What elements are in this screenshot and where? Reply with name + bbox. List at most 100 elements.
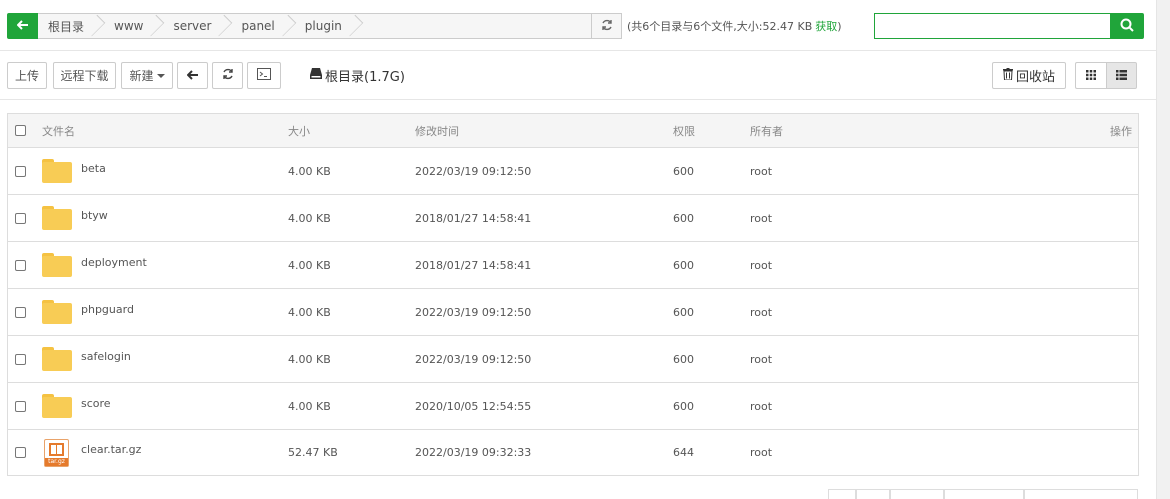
table-row[interactable]: btyw 4.00 KB 2018/01/27 14:58:41 600 roo… <box>8 195 1138 242</box>
select-all-cell <box>15 114 26 147</box>
file-name[interactable]: score <box>81 380 111 426</box>
row-icon-cell <box>42 289 72 335</box>
table-row[interactable]: safelogin 4.00 KB 2022/03/19 09:12:50 60… <box>8 336 1138 383</box>
row-checkbox-cell <box>15 430 26 475</box>
breadcrumb-item-www[interactable]: www <box>98 14 157 38</box>
breadcrumb-item-server[interactable]: server <box>157 14 225 38</box>
file-size: 4.00 KB <box>288 164 331 178</box>
file-perm[interactable]: 600 <box>673 336 694 382</box>
file-name[interactable]: beta <box>81 145 106 191</box>
table-row[interactable]: score 4.00 KB 2020/10/05 12:54:55 600 ro… <box>8 383 1138 430</box>
disk-indicator[interactable]: 根目录(1.7G) <box>310 66 405 85</box>
file-owner[interactable]: root <box>750 430 772 475</box>
row-checkbox[interactable] <box>15 400 26 412</box>
row-icon-cell <box>42 242 72 288</box>
row-checkbox-cell <box>15 289 26 335</box>
file-owner[interactable]: root <box>750 195 772 241</box>
table-header: 文件名 大小 修改时间 权限 所有者 操作 <box>8 114 1138 148</box>
file-owner[interactable]: root <box>750 148 772 194</box>
pager-item[interactable] <box>856 489 890 499</box>
file-perm[interactable]: 644 <box>673 430 694 475</box>
col-op: 操作 <box>1110 124 1132 138</box>
breadcrumb-item-panel[interactable]: panel <box>225 14 288 38</box>
pager-item <box>944 489 1024 499</box>
col-name[interactable]: 文件名 <box>42 114 75 147</box>
select-all-checkbox[interactable] <box>15 125 26 136</box>
caret-down-icon <box>156 73 165 78</box>
folder-icon <box>42 394 72 418</box>
list-view-button[interactable] <box>1106 62 1137 89</box>
file-name[interactable]: safelogin <box>81 333 131 379</box>
new-dropdown-button[interactable]: 新建 <box>121 62 173 89</box>
row-checkbox[interactable] <box>15 447 26 458</box>
page-scrollbar[interactable] <box>1156 0 1170 499</box>
file-name[interactable]: phpguard <box>81 286 134 332</box>
refresh-button[interactable] <box>212 62 243 89</box>
row-checkbox-cell <box>15 336 26 382</box>
dir-summary: (共6个目录与6个文件,大小:52.47 KB 获取) <box>627 18 842 34</box>
search-input[interactable] <box>874 13 1110 39</box>
remote-download-button[interactable]: 远程下载 <box>53 62 116 89</box>
recycle-bin-button[interactable]: 回收站 <box>992 62 1066 89</box>
pager-item <box>890 489 944 499</box>
col-owner: 所有者 <box>750 124 783 138</box>
hdd-icon <box>310 68 322 83</box>
pager-item[interactable] <box>828 489 856 499</box>
pagination <box>828 489 1138 499</box>
grid-view-button[interactable] <box>1075 62 1106 89</box>
search-button[interactable] <box>1110 13 1144 39</box>
dir-summary-text: (共6个目录与6个文件,大小:52.47 KB <box>627 20 813 33</box>
row-checkbox-cell <box>15 242 26 288</box>
table-row[interactable]: beta 4.00 KB 2022/03/19 09:12:50 600 roo… <box>8 148 1138 195</box>
file-perm[interactable]: 600 <box>673 289 694 335</box>
row-checkbox-cell <box>15 148 26 194</box>
col-size[interactable]: 大小 <box>288 114 310 147</box>
table-row[interactable]: phpguard 4.00 KB 2022/03/19 09:12:50 600… <box>8 289 1138 336</box>
col-mtime[interactable]: 修改时间 <box>415 114 459 147</box>
row-icon-cell <box>42 383 72 429</box>
refresh-icon <box>222 68 234 83</box>
path-refresh-button[interactable] <box>591 14 621 38</box>
breadcrumb[interactable]: 根目录 www server panel plugin <box>38 13 622 39</box>
folder-icon <box>42 159 72 183</box>
divider <box>0 50 1156 51</box>
file-name[interactable]: btyw <box>81 192 108 238</box>
file-size: 4.00 KB <box>288 352 331 366</box>
back-button[interactable] <box>177 62 208 89</box>
file-name[interactable]: deployment <box>81 239 147 285</box>
row-checkbox[interactable] <box>15 212 26 224</box>
row-checkbox[interactable] <box>15 165 26 177</box>
folder-icon <box>42 253 72 277</box>
file-perm[interactable]: 600 <box>673 383 694 429</box>
file-owner[interactable]: root <box>750 383 772 429</box>
col-perm: 权限 <box>673 124 695 138</box>
terminal-button[interactable] <box>247 62 281 89</box>
table-row[interactable]: deployment 4.00 KB 2018/01/27 14:58:41 6… <box>8 242 1138 289</box>
file-size: 52.47 KB <box>288 446 338 459</box>
dir-summary-close: ) <box>837 20 842 33</box>
file-owner[interactable]: root <box>750 336 772 382</box>
file-perm[interactable]: 600 <box>673 148 694 194</box>
file-perm[interactable]: 600 <box>673 195 694 241</box>
breadcrumb-item-root[interactable]: 根目录 <box>38 14 98 38</box>
file-size: 4.00 KB <box>288 399 331 413</box>
file-perm[interactable]: 600 <box>673 242 694 288</box>
file-owner[interactable]: root <box>750 242 772 288</box>
breadcrumb-item-plugin[interactable]: plugin <box>289 14 356 38</box>
file-owner[interactable]: root <box>750 289 772 335</box>
upload-button[interactable]: 上传 <box>7 62 47 89</box>
row-icon-cell <box>42 148 72 194</box>
pager-item[interactable] <box>1024 489 1138 499</box>
file-mtime: 2018/01/27 14:58:41 <box>415 211 532 225</box>
file-mtime: 2018/01/27 14:58:41 <box>415 258 532 272</box>
new-button-label: 新建 <box>129 69 154 83</box>
row-checkbox[interactable] <box>15 353 26 365</box>
table-row[interactable]: tar.gz clear.tar.gz 52.47 KB 2022/03/19 … <box>8 430 1138 475</box>
row-checkbox[interactable] <box>15 259 26 271</box>
path-back-button[interactable] <box>7 13 38 39</box>
view-toggle <box>1075 62 1137 89</box>
get-size-link[interactable]: 获取 <box>815 20 837 33</box>
row-icon-cell <box>42 336 72 382</box>
file-name[interactable]: clear.tar.gz <box>81 427 141 472</box>
row-checkbox[interactable] <box>15 306 26 318</box>
